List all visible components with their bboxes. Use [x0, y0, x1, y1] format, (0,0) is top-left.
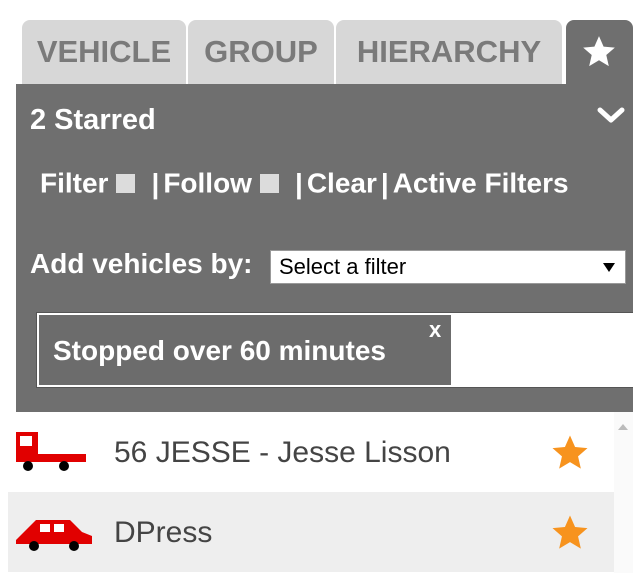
- tab-bar: VEHICLE GROUP HIERARCHY: [22, 20, 633, 84]
- remove-filter-button[interactable]: x: [429, 317, 441, 343]
- car-icon: [16, 520, 92, 551]
- active-filters-box: Stopped over 60 minutes x: [36, 312, 633, 388]
- filter-label[interactable]: Filter: [40, 168, 108, 199]
- filter-chip-label: Stopped over 60 minutes: [53, 335, 386, 366]
- filter-select[interactable]: Select a filter: [270, 250, 626, 284]
- vehicle-panel: VEHICLE GROUP HIERARCHY 2 Starred Filter…: [8, 0, 633, 573]
- starred-header: 2 Starred Filter | Follow | Clear | Active Fil…: [16, 84, 633, 412]
- vehicle-name: 56 JESSE - Jesse Lisson: [114, 436, 451, 469]
- follow-label[interactable]: Follow: [163, 168, 252, 199]
- filter-chip: Stopped over 60 minutes x: [39, 315, 451, 385]
- vehicle-list: 56 JESSE - Jesse Lisson DPress: [8, 412, 633, 573]
- star-icon[interactable]: [548, 432, 592, 474]
- list-item[interactable]: DPress: [8, 492, 614, 572]
- star-icon[interactable]: [548, 512, 592, 554]
- active-filters-link[interactable]: Active Filters: [393, 168, 569, 199]
- filter-toolbar: Filter | Follow | Clear | Active Filters: [40, 166, 569, 200]
- tow-truck-icon: [16, 432, 86, 471]
- filter-select-value: Select a filter: [279, 254, 407, 279]
- separator: |: [294, 167, 303, 199]
- separator: |: [380, 167, 389, 199]
- tab-hierarchy[interactable]: HIERARCHY: [336, 20, 562, 84]
- list-scrollbar[interactable]: [614, 412, 633, 573]
- star-icon: [583, 36, 615, 67]
- filter-checkbox[interactable]: [116, 174, 136, 194]
- clear-link[interactable]: Clear: [307, 168, 377, 199]
- scroll-up-icon[interactable]: [618, 424, 628, 430]
- caret-down-icon: [603, 263, 615, 272]
- separator: |: [151, 167, 160, 199]
- add-vehicles-label: Add vehicles by:: [30, 248, 253, 279]
- tab-group[interactable]: GROUP: [188, 20, 334, 84]
- starred-count: 2 Starred: [30, 104, 156, 136]
- follow-checkbox[interactable]: [259, 174, 279, 194]
- tab-vehicle[interactable]: VEHICLE: [22, 20, 186, 84]
- tab-starred[interactable]: [566, 20, 633, 84]
- vehicle-name: DPress: [114, 516, 213, 549]
- list-item[interactable]: 56 JESSE - Jesse Lisson: [8, 412, 614, 492]
- chevron-down-icon[interactable]: [597, 106, 625, 126]
